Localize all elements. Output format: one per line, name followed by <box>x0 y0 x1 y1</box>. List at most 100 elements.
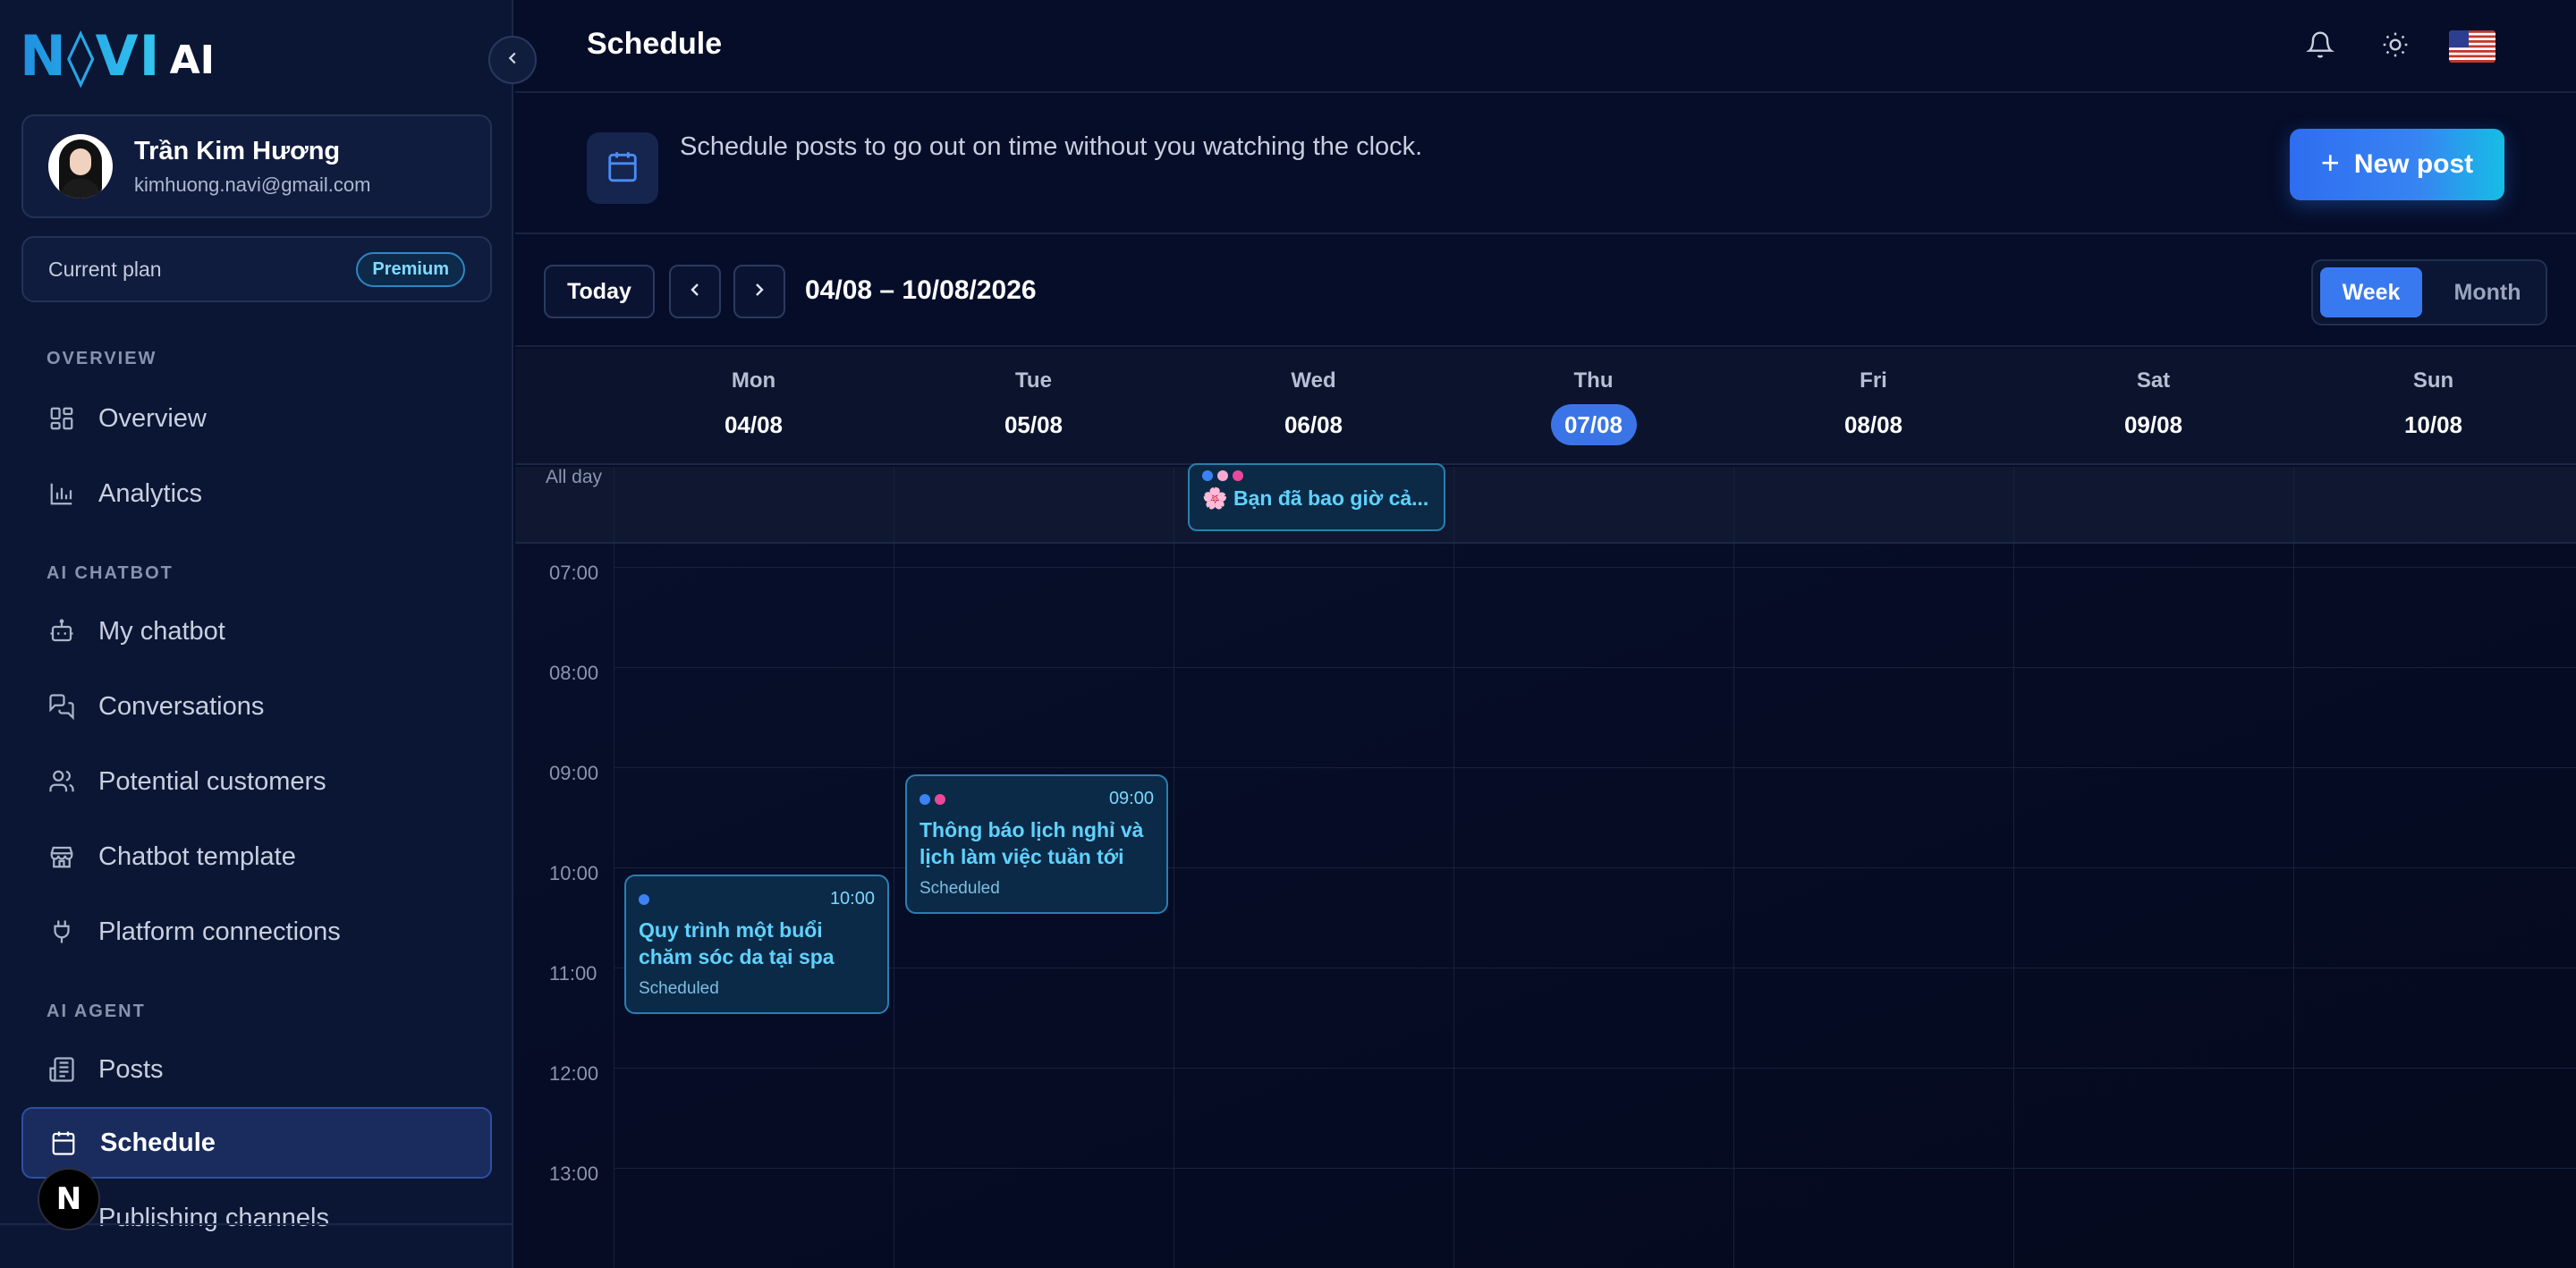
day-header-tue[interactable]: Tue 05/08 <box>894 349 1174 465</box>
hour-line <box>614 1168 2576 1169</box>
hour-line <box>614 567 2576 568</box>
sidebar-item-label: Platform connections <box>98 917 341 946</box>
day-date: 06/08 <box>1284 411 1343 438</box>
section-title-ai-chatbot: AI CHATBOT <box>47 563 174 583</box>
sidebar-item-label: Conversations <box>98 691 265 721</box>
sidebar-item-overview[interactable]: Overview <box>21 383 492 454</box>
info-banner: Schedule posts to go out on time without… <box>515 95 2576 234</box>
event-status: Scheduled <box>639 979 719 998</box>
topbar: Schedule <box>515 0 2576 93</box>
logo[interactable]: N◊VI AI <box>20 23 216 89</box>
n-badge[interactable]: N <box>38 1168 100 1230</box>
channel-dots <box>919 793 945 805</box>
channel-dot <box>1233 470 1243 481</box>
sidebar-item-label: Overview <box>98 403 207 433</box>
sidebar-item-platform-connections[interactable]: Platform connections <box>21 896 492 968</box>
section-title-overview: OVERVIEW <box>47 349 157 368</box>
theme-toggle-button[interactable] <box>2376 27 2415 66</box>
next-week-button[interactable] <box>733 265 785 318</box>
channel-dot <box>935 793 945 805</box>
prev-week-button[interactable] <box>669 265 721 318</box>
sidebar-item-potential-customers[interactable]: Potential customers <box>21 746 492 817</box>
calendar-toolbar: Today 04/08 – 10/08/2026 Week Month <box>515 236 2576 347</box>
today-button[interactable]: Today <box>544 265 655 318</box>
channel-dot <box>1217 470 1228 481</box>
collapse-sidebar-button[interactable] <box>488 36 537 84</box>
column-divider <box>1733 467 1734 542</box>
bot-icon <box>47 616 77 647</box>
event-time: 10:00 <box>829 889 875 909</box>
event-card[interactable]: 10:00 Quy trình một buổi chăm sóc da tại… <box>624 875 889 1014</box>
plan-card[interactable]: Current plan Premium <box>21 236 492 302</box>
column-divider <box>1733 544 1734 1268</box>
day-header-fri[interactable]: Fri 08/08 <box>1733 349 2013 465</box>
sidebar-item-label: Chatbot template <box>98 841 296 871</box>
day-date: 04/08 <box>724 411 784 438</box>
us-flag-icon[interactable] <box>2449 30 2496 63</box>
view-week-button[interactable]: Week <box>2320 267 2422 317</box>
hour-line <box>614 767 2576 768</box>
view-month-button[interactable]: Month <box>2436 267 2538 317</box>
sidebar-item-chatbot-template[interactable]: Chatbot template <box>21 821 492 892</box>
day-date: 05/08 <box>1004 411 1063 438</box>
avatar <box>48 134 113 199</box>
sidebar-item-analytics[interactable]: Analytics <box>21 458 492 529</box>
day-header-wed[interactable]: Wed 06/08 <box>1174 349 1453 465</box>
sidebar-item-my-chatbot[interactable]: My chatbot <box>21 596 492 667</box>
info-icon-box <box>587 132 658 204</box>
all-day-row: All day 🌸 Bạn đã bao giờ cả... <box>515 463 2576 544</box>
sidebar-item-posts[interactable]: Posts <box>21 1034 492 1105</box>
hour-line <box>614 1068 2576 1069</box>
day-name: Sat <box>2136 368 2171 393</box>
grid-icon <box>47 403 77 434</box>
event-status: Scheduled <box>919 879 1000 898</box>
sidebar-item-label: Potential customers <box>98 766 326 796</box>
time-grid: 07:00 08:00 09:00 10:00 11:00 12:00 13:0… <box>515 544 2576 1268</box>
hour-label: 13:00 <box>549 1162 599 1185</box>
newspaper-icon <box>47 1054 77 1085</box>
event-card[interactable]: 09:00 Thông báo lịch nghỉ và lịch làm vi… <box>905 774 1168 914</box>
sidebar-item-conversations[interactable]: Conversations <box>21 671 492 742</box>
calendar-header: Mon 04/08 Tue 05/08 Wed 06/08 Thu 07/08 … <box>515 349 2576 465</box>
day-name: Mon <box>731 368 776 393</box>
logo-suffix: AI <box>169 37 216 83</box>
sidebar-item-schedule[interactable]: Schedule <box>21 1107 492 1179</box>
all-day-event[interactable]: 🌸 Bạn đã bao giờ cả... <box>1188 463 1445 531</box>
chat-icon <box>47 691 77 722</box>
day-header-sat[interactable]: Sat 09/08 <box>2013 349 2293 465</box>
column-divider <box>2293 544 2294 1268</box>
channel-dot <box>1202 470 1213 481</box>
profile-email: kimhuong.navi@gmail.com <box>134 173 371 196</box>
bell-icon <box>2306 30 2334 63</box>
page-title: Schedule <box>587 27 723 61</box>
day-date: 10/08 <box>2403 411 2463 438</box>
day-name: Thu <box>1573 368 1614 393</box>
hour-label: 09:00 <box>549 762 599 784</box>
column-divider <box>1453 467 1454 542</box>
channel-dot <box>919 793 930 805</box>
sun-icon <box>2381 30 2410 63</box>
calendar-icon <box>48 1128 79 1158</box>
new-post-label: New post <box>2353 149 2474 179</box>
channel-dot <box>639 893 649 905</box>
chevron-left-icon <box>684 279 706 305</box>
store-icon <box>47 841 77 872</box>
column-divider <box>2013 544 2014 1268</box>
day-header-thu[interactable]: Thu 07/08 <box>1453 349 1733 465</box>
sidebar-item-label: Analytics <box>98 478 203 508</box>
event-time: 09:00 <box>1108 789 1154 808</box>
day-header-sun[interactable]: Sun 10/08 <box>2293 349 2573 465</box>
sidebar-item-label: Posts <box>98 1054 164 1084</box>
day-name: Sun <box>2412 368 2454 393</box>
view-toggle: Week Month <box>2311 259 2547 325</box>
plan-label: Current plan <box>48 257 162 281</box>
notification-button[interactable] <box>2301 27 2340 66</box>
column-divider <box>1453 544 1454 1268</box>
new-post-button[interactable]: + New post <box>2290 129 2504 200</box>
date-range: 04/08 – 10/08/2026 <box>805 275 1037 305</box>
logo-text: N◊VI <box>20 22 161 89</box>
day-header-mon[interactable]: Mon 04/08 <box>614 349 894 465</box>
profile-card[interactable]: Trần Kim Hương kimhuong.navi@gmail.com <box>21 114 492 218</box>
plug-icon <box>47 917 77 947</box>
hour-label: 11:00 <box>549 962 597 985</box>
